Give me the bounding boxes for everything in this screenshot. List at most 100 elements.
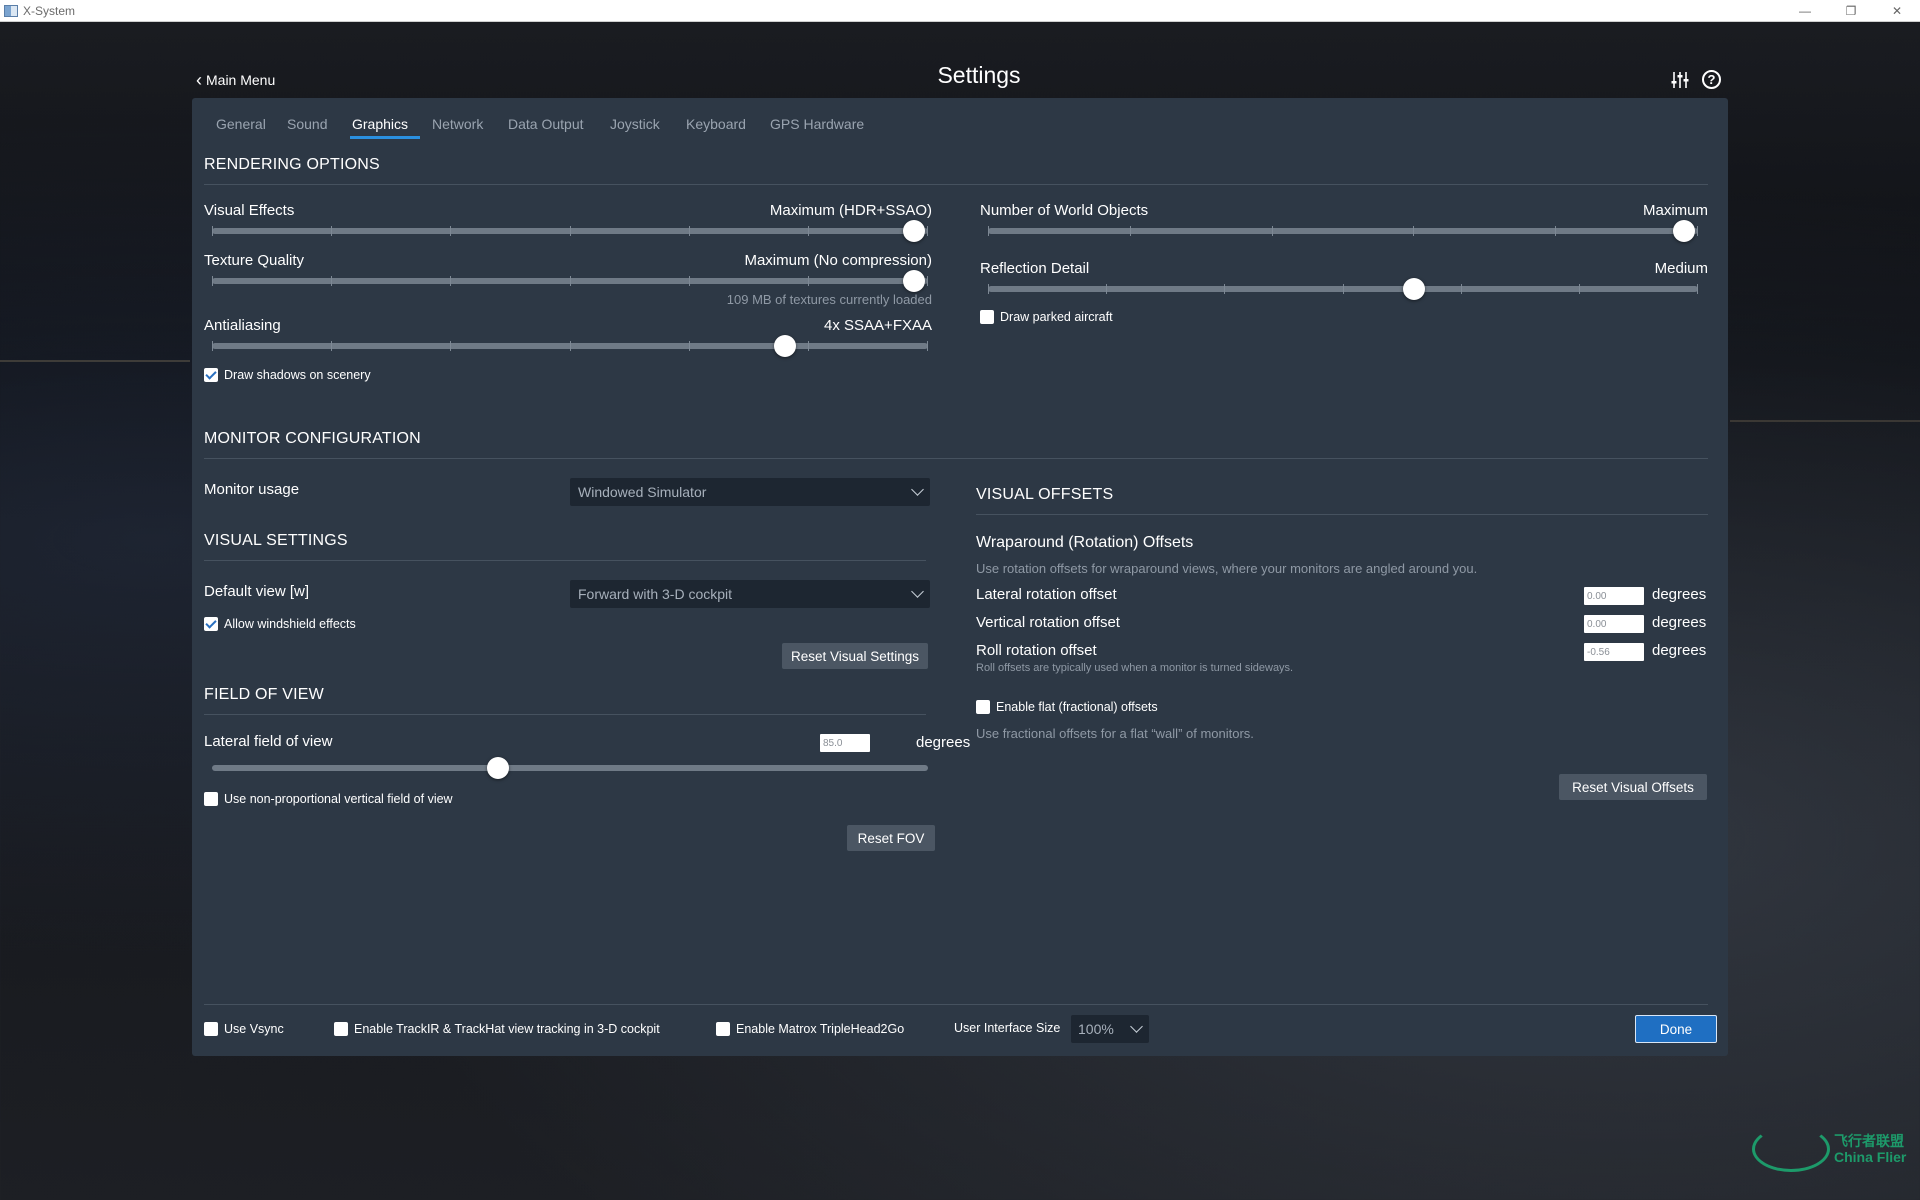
slider-tick bbox=[1271, 226, 1273, 236]
vertical-rotation-input[interactable]: 0.00 bbox=[1584, 615, 1644, 633]
slider-tick bbox=[1697, 284, 1698, 294]
slider-tick bbox=[927, 276, 928, 286]
tab-data-output[interactable]: Data Output bbox=[508, 116, 584, 132]
logo-text: 飞行者联盟 China Flier bbox=[1834, 1133, 1906, 1165]
rendering-options-title: RENDERING OPTIONS bbox=[204, 156, 380, 173]
texture-memory-note: 109 MB of textures currently loaded bbox=[726, 292, 932, 307]
non-proportional-fov-checkbox[interactable]: Use non-proportional vertical field of v… bbox=[204, 792, 453, 806]
lateral-fov-slider[interactable] bbox=[212, 757, 928, 779]
tab-joystick[interactable]: Joystick bbox=[610, 116, 660, 132]
monitor-usage-label: Monitor usage bbox=[204, 481, 300, 498]
tab-general[interactable]: General bbox=[216, 116, 266, 132]
window-title: X-System bbox=[23, 3, 76, 18]
default-view-dropdown[interactable]: Forward with 3-D cockpit bbox=[570, 580, 930, 608]
active-tab-indicator bbox=[350, 136, 420, 139]
slider-tick bbox=[331, 226, 333, 236]
slider-tick bbox=[569, 276, 571, 286]
checkbox-box bbox=[716, 1022, 730, 1036]
divider bbox=[976, 514, 1708, 515]
app-icon bbox=[4, 4, 18, 17]
checkbox-box bbox=[204, 368, 218, 382]
divider bbox=[204, 560, 926, 561]
sliders-icon[interactable] bbox=[1670, 70, 1690, 90]
checkbox-label: Enable TrackIR & TrackHat view tracking … bbox=[354, 1022, 660, 1036]
reflection-detail-label: Reflection Detail bbox=[980, 260, 1090, 277]
page-title: Settings bbox=[937, 62, 1021, 88]
reset-fov-button[interactable]: Reset FOV bbox=[847, 825, 935, 851]
slider-knob[interactable] bbox=[902, 270, 925, 292]
default-view-label: Default view [w] bbox=[204, 583, 310, 600]
divider bbox=[204, 184, 1708, 185]
ui-size-label: User Interface Size bbox=[954, 1021, 1061, 1035]
vsync-checkbox[interactable]: Use Vsync bbox=[204, 1022, 284, 1036]
flat-offsets-checkbox[interactable]: Enable flat (fractional) offsets bbox=[976, 700, 1158, 714]
world-objects-slider[interactable] bbox=[988, 220, 1698, 242]
vertical-rotation-unit: degrees bbox=[1652, 614, 1707, 631]
texture-quality-label: Texture Quality bbox=[204, 252, 305, 269]
antialiasing-value: 4x SSAA+FXAA bbox=[824, 317, 932, 334]
restore-button[interactable]: ❐ bbox=[1828, 0, 1874, 22]
tab-sound[interactable]: Sound bbox=[287, 116, 327, 132]
lateral-fov-input[interactable]: 85.0 bbox=[820, 734, 870, 752]
chevron-down-icon bbox=[1130, 1020, 1143, 1033]
tab-graphics[interactable]: Graphics bbox=[352, 116, 408, 132]
roll-rotation-input[interactable]: -0.56 bbox=[1584, 643, 1644, 661]
logo-text-cn: 飞行者联盟 bbox=[1834, 1133, 1904, 1149]
dropdown-value: Forward with 3-D cockpit bbox=[578, 586, 733, 602]
draw-shadows-checkbox[interactable]: Draw shadows on scenery bbox=[204, 368, 371, 382]
checkbox-label: Use Vsync bbox=[224, 1022, 284, 1036]
windshield-effects-checkbox[interactable]: Allow windshield effects bbox=[204, 617, 356, 631]
slider-tick bbox=[212, 341, 213, 351]
done-button[interactable]: Done bbox=[1635, 1015, 1717, 1043]
slider-tick bbox=[212, 226, 213, 236]
slider-knob[interactable] bbox=[902, 220, 925, 242]
visual-effects-slider[interactable] bbox=[212, 220, 928, 242]
reflection-detail-slider[interactable] bbox=[988, 278, 1698, 300]
slider-knob[interactable] bbox=[1403, 278, 1425, 300]
reset-visual-offsets-button[interactable]: Reset Visual Offsets bbox=[1559, 774, 1707, 800]
dropdown-value: Windowed Simulator bbox=[578, 484, 707, 500]
slider-tick bbox=[1129, 226, 1131, 236]
help-icon[interactable]: ? bbox=[1702, 70, 1721, 89]
slider-tick bbox=[1106, 284, 1108, 294]
slider-knob[interactable] bbox=[487, 757, 510, 779]
lateral-rotation-input[interactable]: 0.00 bbox=[1584, 587, 1644, 605]
slider-knob[interactable] bbox=[1672, 220, 1695, 242]
slider-tick bbox=[569, 341, 571, 351]
close-button[interactable]: ✕ bbox=[1874, 0, 1920, 22]
texture-quality-slider[interactable] bbox=[212, 270, 928, 292]
ui-size-dropdown[interactable]: 100% bbox=[1071, 1015, 1149, 1043]
slider-tick bbox=[807, 276, 809, 286]
tab-gps-hardware[interactable]: GPS Hardware bbox=[770, 116, 864, 132]
checkbox-label: Draw parked aircraft bbox=[1000, 310, 1113, 324]
slider-tick bbox=[212, 276, 213, 286]
visual-effects-label: Visual Effects bbox=[204, 202, 295, 219]
tab-keyboard[interactable]: Keyboard bbox=[686, 116, 746, 132]
checkbox-label: Enable flat (fractional) offsets bbox=[996, 700, 1158, 714]
roll-rotation-label: Roll rotation offset bbox=[976, 642, 1097, 659]
monitor-usage-dropdown[interactable]: Windowed Simulator bbox=[570, 478, 930, 506]
divider bbox=[204, 1004, 1708, 1005]
slider-tick bbox=[688, 341, 690, 351]
checkbox-label: Allow windshield effects bbox=[224, 617, 356, 631]
tab-network[interactable]: Network bbox=[432, 116, 483, 132]
divider bbox=[204, 714, 926, 715]
minimize-button[interactable]: — bbox=[1782, 0, 1828, 22]
trackir-checkbox[interactable]: Enable TrackIR & TrackHat view tracking … bbox=[334, 1022, 660, 1036]
logo-text-en: China Flier bbox=[1834, 1149, 1907, 1165]
tab-bar: General Sound Graphics Network Data Outp… bbox=[192, 98, 1728, 140]
matrox-checkbox[interactable]: Enable Matrox TripleHead2Go bbox=[716, 1022, 904, 1036]
checkbox-label: Enable Matrox TripleHead2Go bbox=[736, 1022, 905, 1036]
airplane-logo-icon bbox=[1752, 1126, 1830, 1172]
slider-knob[interactable] bbox=[773, 335, 796, 357]
checkbox-box bbox=[976, 700, 990, 714]
reset-visual-settings-button[interactable]: Reset Visual Settings bbox=[782, 643, 928, 669]
checkbox-box bbox=[980, 310, 994, 324]
antialiasing-slider[interactable] bbox=[212, 335, 928, 357]
checkbox-box bbox=[204, 1022, 218, 1036]
sliders-icon-graphic bbox=[1671, 72, 1689, 88]
draw-parked-aircraft-checkbox[interactable]: Draw parked aircraft bbox=[980, 310, 1113, 324]
window-controls: — ❐ ✕ bbox=[1782, 0, 1920, 22]
world-objects-label: Number of World Objects bbox=[980, 202, 1149, 219]
chevron-down-icon bbox=[911, 585, 924, 598]
